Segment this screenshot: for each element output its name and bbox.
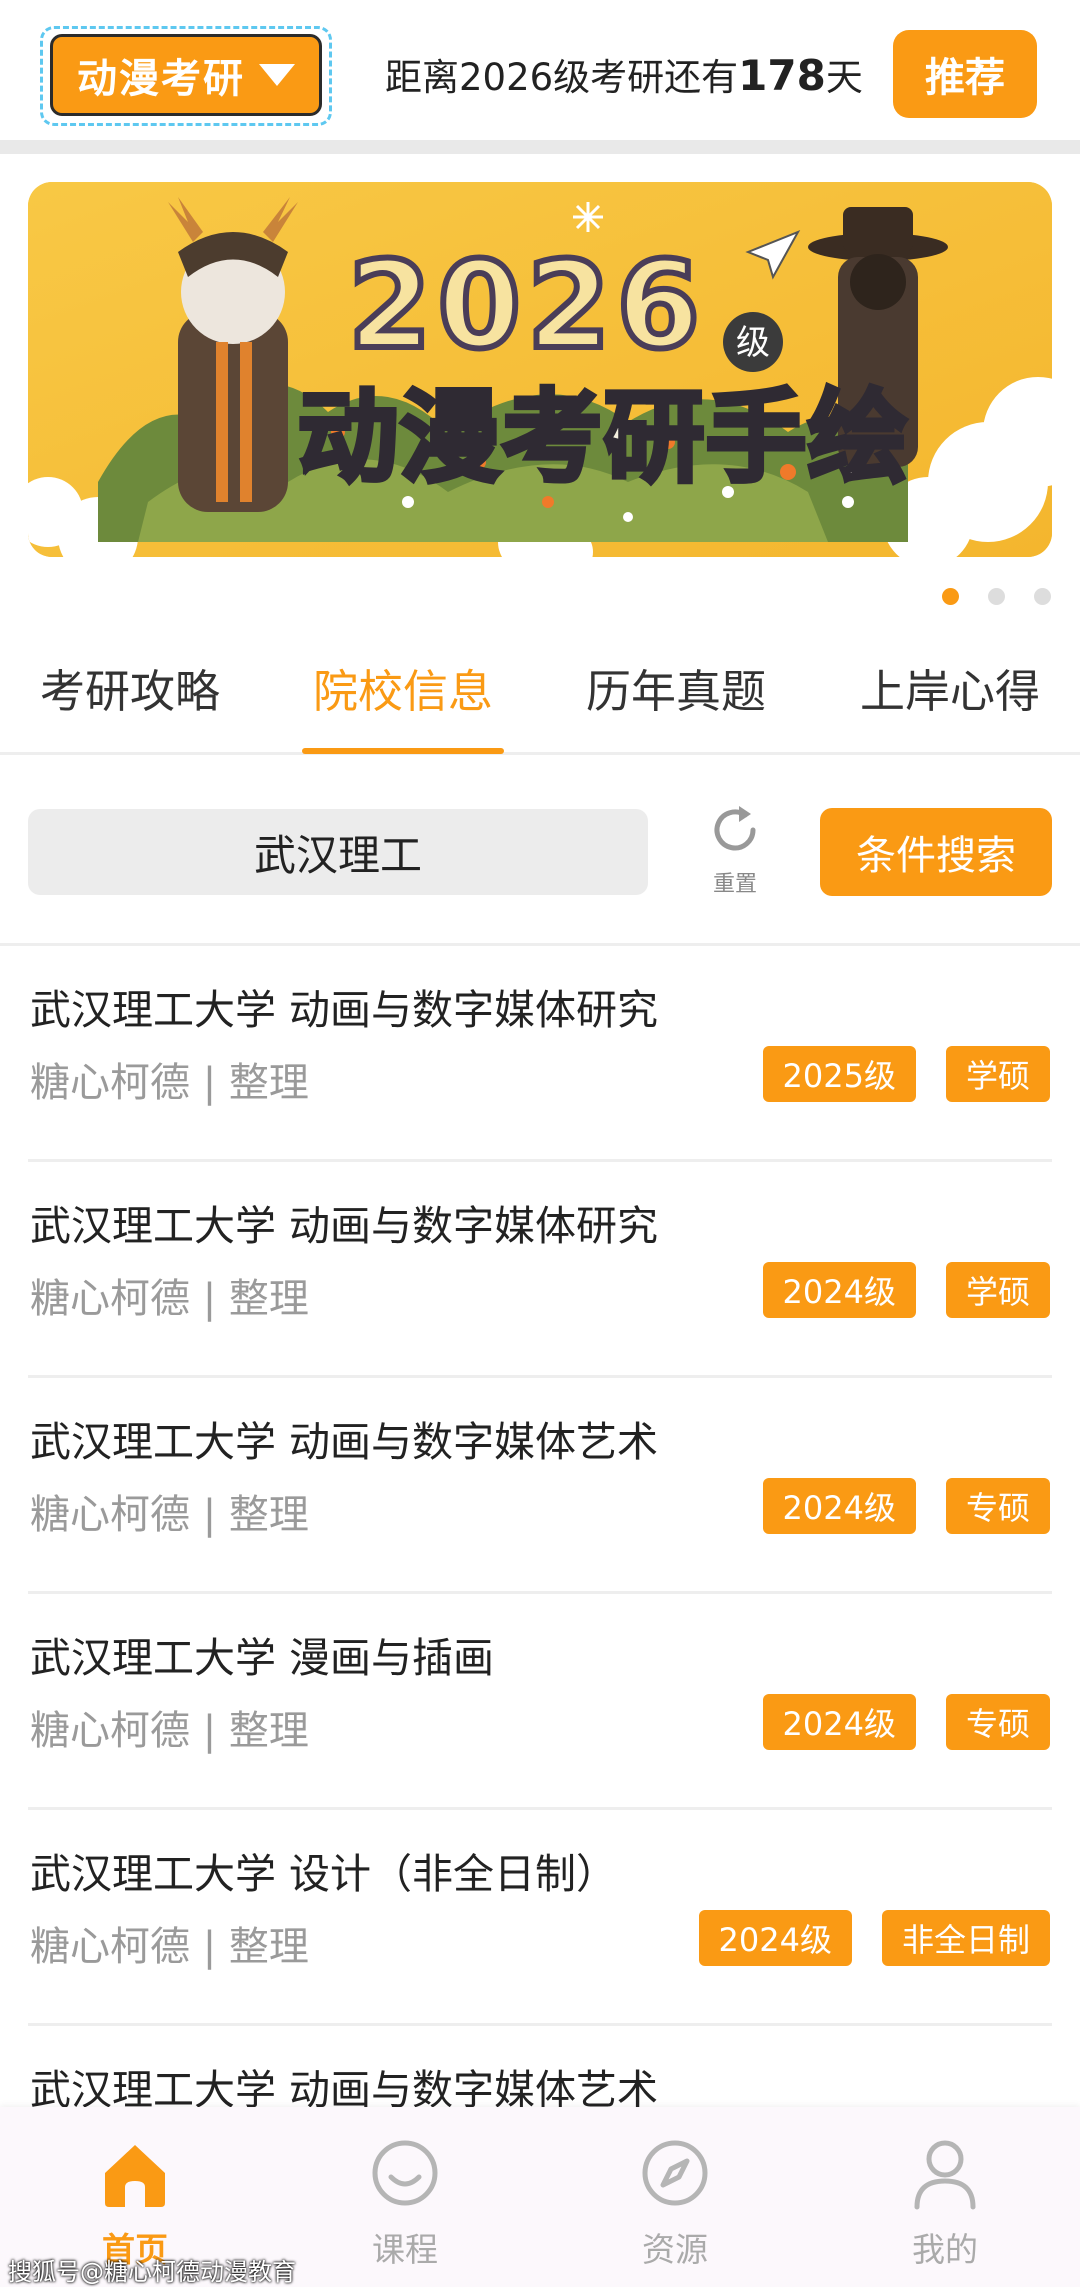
item-author: 糖心柯德 [30,1060,190,1106]
home-icon [105,2145,165,2207]
year-tag: 2024级 [762,1262,916,1318]
nav-courses-label: 课程 [372,2230,438,2269]
category-switcher-label: 动漫考研 [77,56,245,102]
item-title: 武汉理工大学 漫画与插画 [30,1634,495,1682]
item-author: 糖心柯德 [30,1924,190,1970]
item-meta: 糖心柯德 | 整理 [30,1482,309,1540]
header-divider [0,140,1080,154]
tab-past-exams[interactable]: 历年真题 [576,662,776,722]
item-meta: 糖心柯德 | 整理 [30,1266,309,1324]
reset-button[interactable]: 重置 [690,800,780,900]
tab-school-info[interactable]: 院校信息 [303,662,503,722]
countdown-days: 178 [738,51,826,100]
year-tag: 2025级 [762,1046,916,1102]
exam-countdown: 距离2026级考研还有178天 [385,48,863,104]
banner-title: 动漫考研手绘 [298,379,910,496]
fireworks [573,202,603,232]
year-tag: 2024级 [698,1910,852,1966]
degree-tag: 专硕 [945,1694,1050,1750]
carousel-dots [0,588,1080,608]
tab-strategy[interactable]: 考研攻略 [30,662,230,722]
category-switcher-button[interactable]: 动漫考研 [50,34,322,116]
item-separator: | [202,1924,217,1970]
degree-tag: 非全日制 [881,1910,1050,1966]
list-item[interactable]: 武汉理工大学 设计（非全日制） 糖心柯德 | 整理 2024级 非全日制 [0,1810,1080,2026]
item-action: 整理 [228,1492,309,1538]
nav-home[interactable]: 首页 [65,2133,205,2271]
carousel-dot-active[interactable] [942,588,959,605]
item-title: 武汉理工大学 动画与数字媒体研究 [30,1202,659,1250]
banner-illustration: 2026 级 动漫考研手绘 [28,182,1052,557]
degree-tag: 学硕 [945,1262,1050,1318]
item-author: 糖心柯德 [30,1276,190,1322]
chevron-down-icon [259,64,295,86]
item-meta: 糖心柯德 | 整理 [30,1914,309,1972]
item-title: 武汉理工大学 动画与数字媒体研究 [30,986,659,1034]
carousel-dot[interactable] [1034,588,1051,605]
item-action: 整理 [228,1060,309,1106]
item-separator: | [202,1276,217,1322]
banner-year: 2026 [348,237,706,376]
list-item[interactable]: 武汉理工大学 动画与数字媒体研究 糖心柯德 | 整理 2024级 学硕 [0,1162,1080,1378]
degree-tag: 专硕 [945,1478,1050,1534]
year-tag: 2024级 [762,1478,916,1534]
nav-courses[interactable]: 课程 [335,2133,475,2271]
reset-label: 重置 [712,872,757,897]
countdown-suffix: 天 [825,56,863,99]
item-action: 整理 [228,1708,309,1754]
promo-banner[interactable]: 2026 级 动漫考研手绘 [28,182,1052,557]
banner-grade: 级 [736,323,770,363]
compass-icon [642,2140,708,2206]
degree-tag: 学硕 [945,1046,1050,1102]
item-separator: | [202,1708,217,1754]
list-item[interactable]: 武汉理工大学 动画与数字媒体艺术 糖心柯德 | 整理 2024级 专硕 [0,1378,1080,1594]
watermark-text: 搜狐号@糖心柯德动漫教育 [8,2258,296,2286]
condition-search-button[interactable]: 条件搜索 [820,808,1052,896]
nav-resources-label: 资源 [642,2230,708,2269]
item-meta: 糖心柯德 | 整理 [30,1698,309,1756]
item-author: 糖心柯德 [30,1708,190,1754]
item-title: 武汉理工大学 设计（非全日制） [30,1850,618,1898]
list-item[interactable]: 武汉理工大学 漫画与插画 糖心柯德 | 整理 2024级 专硕 [0,1594,1080,1810]
nav-profile-label: 我的 [912,2230,978,2269]
search-input[interactable]: 武汉理工 [28,809,648,895]
carousel-dot[interactable] [988,588,1005,605]
item-author: 糖心柯德 [30,1492,190,1538]
item-title: 武汉理工大学 动画与数字媒体艺术 [30,1418,659,1466]
recommend-button[interactable]: 推荐 [893,30,1037,118]
countdown-prefix: 距离2026级考研还有 [385,56,739,99]
item-action: 整理 [228,1276,309,1322]
year-tag: 2024级 [762,1694,916,1750]
refresh-icon [714,806,756,851]
item-action: 整理 [228,1924,309,1970]
active-tab-indicator [302,748,504,754]
list-item[interactable]: 武汉理工大学 动画与数字媒体研究 糖心柯德 | 整理 2025级 学硕 [0,946,1080,1162]
tab-experience[interactable]: 上岸心得 [850,662,1050,722]
category-tabs: 考研攻略 院校信息 历年真题 上岸心得 [0,640,1080,755]
smile-icon [372,2140,438,2206]
item-separator: | [202,1492,217,1538]
nav-profile[interactable]: 我的 [875,2133,1015,2271]
item-separator: | [202,1060,217,1106]
nav-resources[interactable]: 资源 [605,2133,745,2271]
user-icon [914,2140,976,2210]
item-meta: 糖心柯德 | 整理 [30,1050,309,1108]
